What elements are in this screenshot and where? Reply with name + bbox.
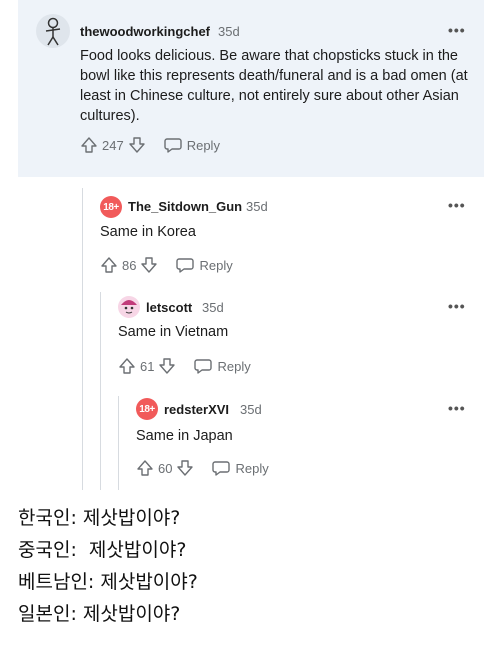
- comment-body: Food looks delicious. Be aware that chop…: [80, 48, 468, 124]
- stick-figure-avatar[interactable]: [36, 14, 70, 48]
- vote-count: 61: [140, 358, 155, 374]
- comment-username[interactable]: redsterXVI: [164, 402, 229, 417]
- reply-label: Reply: [217, 358, 251, 374]
- nsfw-18-avatar[interactable]: 18+: [136, 398, 158, 420]
- reply-icon: [212, 461, 231, 476]
- comment-highlighted: thewoodworkingchef 35d ••• Food looks de…: [18, 0, 484, 177]
- caption-line: 베트남인: 제삿밥이야?: [18, 571, 198, 593]
- reply-label: Reply: [199, 257, 233, 273]
- thread-rail: [118, 396, 119, 490]
- downvote-icon[interactable]: [176, 459, 194, 477]
- upvote-icon[interactable]: [118, 357, 136, 375]
- reply-button[interactable]: Reply: [176, 257, 233, 273]
- reply-icon: [176, 258, 195, 273]
- comment-age: 35d: [202, 300, 224, 315]
- comment-actions: 86 Reply: [100, 256, 233, 274]
- vote-count: 60: [158, 460, 173, 476]
- caption-line: 한국인: 제삿밥이야?: [18, 507, 181, 529]
- nsfw-18-avatar[interactable]: 18+: [100, 196, 122, 218]
- more-options-button[interactable]: •••: [448, 298, 466, 314]
- comment-thread: thewoodworkingchef 35d ••• Food looks de…: [0, 0, 500, 490]
- vote-count: 86: [122, 257, 137, 273]
- vote-count: 247: [102, 137, 124, 153]
- downvote-icon[interactable]: [158, 357, 176, 375]
- downvote-icon[interactable]: [128, 136, 146, 154]
- comment-age: 35d: [240, 402, 262, 417]
- comment-actions: 247 Reply: [80, 136, 220, 154]
- more-options-button[interactable]: •••: [448, 400, 466, 416]
- comment-username[interactable]: thewoodworkingchef: [80, 24, 210, 39]
- thread-rail: [100, 292, 101, 490]
- upvote-icon[interactable]: [100, 256, 118, 274]
- comment-username[interactable]: The_Sitdown_Gun: [128, 199, 242, 214]
- comment-age: 35d: [218, 24, 240, 39]
- comment-body: Same in Vietnam: [118, 324, 229, 340]
- comment-username[interactable]: letscott: [146, 300, 192, 315]
- more-options-button[interactable]: •••: [448, 22, 466, 38]
- reply-button[interactable]: Reply: [194, 358, 251, 374]
- reply-icon: [164, 138, 182, 153]
- comment-body: Same in Japan: [136, 428, 233, 444]
- comment-actions: 61 Reply: [118, 357, 251, 375]
- reply-label: Reply: [235, 460, 269, 476]
- comment-actions: 60 Reply: [136, 459, 269, 477]
- more-options-button[interactable]: •••: [448, 197, 466, 213]
- comment-age: 35d: [246, 199, 268, 214]
- caption-line: 일본인: 제삿밥이야?: [18, 603, 181, 625]
- reply-button[interactable]: Reply: [164, 137, 220, 153]
- reply-icon: [194, 359, 213, 374]
- upvote-icon[interactable]: [80, 136, 98, 154]
- caption-line: 중국인: 제삿밥이야?: [18, 539, 187, 561]
- downvote-icon[interactable]: [140, 256, 158, 274]
- reply-label: Reply: [186, 137, 220, 153]
- upvote-icon[interactable]: [136, 459, 154, 477]
- cartoon-avatar[interactable]: [118, 296, 140, 318]
- thread-rail: [82, 188, 83, 490]
- reply-button[interactable]: Reply: [212, 460, 269, 476]
- comment-body: Same in Korea: [100, 224, 196, 240]
